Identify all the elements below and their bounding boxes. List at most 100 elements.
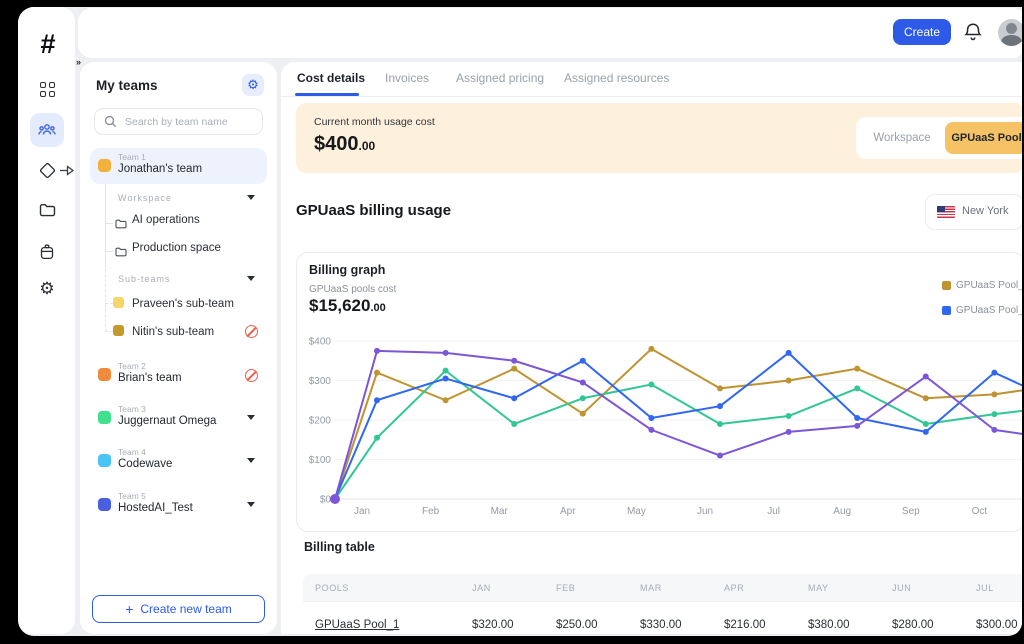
team-expand-chevron[interactable] bbox=[247, 415, 255, 420]
team-row-jonathans-team[interactable]: Team 1 Jonathan's team bbox=[90, 148, 267, 184]
series-line bbox=[335, 353, 1022, 499]
pools-cost-total: $15,620.00 bbox=[309, 296, 386, 316]
usage-cost-banner: Current month usage cost $400.00 Workspa… bbox=[296, 103, 1022, 173]
data-point bbox=[854, 385, 860, 391]
workspace-item-production-space[interactable]: Production space bbox=[132, 242, 221, 254]
team-label: Team 3 bbox=[118, 404, 146, 414]
amount-dollars: $400 bbox=[314, 133, 359, 155]
series-line bbox=[335, 349, 1022, 499]
tabs-row: Cost details Invoices Assigned pricing A… bbox=[281, 62, 1022, 97]
x-tick-label: Jun bbox=[697, 506, 713, 517]
data-point bbox=[717, 403, 723, 409]
tree-connector-dashed bbox=[105, 264, 106, 332]
billing-graph-card: Billing graph GPUaaS pools cost $15,620.… bbox=[296, 252, 1022, 532]
y-tick-label: $400 bbox=[309, 337, 332, 348]
toggle-gpuaas-pool[interactable]: GPUaaS Pool bbox=[945, 122, 1022, 154]
create-button[interactable]: Create bbox=[893, 19, 951, 45]
data-point bbox=[374, 435, 380, 441]
region-selector[interactable]: New York bbox=[925, 194, 1022, 230]
team-row-codewave[interactable]: Team 4 Codewave bbox=[90, 443, 267, 479]
data-point bbox=[923, 421, 929, 427]
create-new-team-label: Create new team bbox=[140, 602, 231, 616]
subteam-praveen[interactable]: Praveen's sub-team bbox=[132, 298, 234, 310]
data-point bbox=[786, 378, 792, 384]
team-row-juggernaut-omega[interactable]: Team 3 Juggernaut Omega bbox=[90, 400, 267, 436]
usage-cost-amount: $400.00 bbox=[314, 133, 375, 156]
subteam-nitin[interactable]: Nitin's sub-team bbox=[132, 326, 214, 338]
legend-item-pool-1[interactable]: GPUaaS Pool_1 bbox=[942, 280, 1022, 291]
legend-label: GPUaaS Pool_2 bbox=[956, 305, 1022, 316]
tab-assigned-pricing[interactable]: Assigned pricing bbox=[456, 71, 544, 85]
workspace-item-ai-operations[interactable]: AI operations bbox=[132, 214, 200, 226]
blocked-icon bbox=[245, 325, 258, 338]
storage-icon[interactable] bbox=[30, 235, 64, 269]
panel-collapse-arrow-icon[interactable] bbox=[59, 163, 75, 181]
notifications-bell-icon[interactable] bbox=[962, 21, 986, 45]
app-window: # bbox=[18, 7, 1022, 636]
data-point bbox=[443, 397, 449, 403]
table-header-cell: MAY bbox=[804, 583, 888, 593]
series-line bbox=[335, 351, 1022, 499]
billing-graph-title: Billing graph bbox=[309, 263, 385, 277]
tree-elbow bbox=[105, 251, 113, 252]
billing-table: POOLSJANFEBMARAPRMAYJUNJUL GPUaaS Pool_1… bbox=[303, 574, 1022, 634]
my-teams-panel: My teams ⚙ Team 1 Jonathan's team Worksp… bbox=[80, 62, 277, 634]
apps-grid-icon[interactable] bbox=[30, 72, 64, 106]
data-point bbox=[580, 395, 586, 401]
team-row-hostedai-test[interactable]: Team 5 HostedAI_Test bbox=[90, 487, 267, 523]
data-point bbox=[443, 368, 449, 374]
amount-cents: .00 bbox=[359, 139, 376, 153]
teams-settings-gear-button[interactable]: ⚙ bbox=[242, 74, 264, 96]
tab-invoices[interactable]: Invoices bbox=[385, 71, 429, 85]
team-label: Team 2 bbox=[118, 361, 146, 371]
data-point bbox=[580, 411, 586, 417]
panel-resize-chevrons-icon[interactable]: » bbox=[76, 57, 81, 67]
toggle-workspace[interactable]: Workspace bbox=[856, 117, 948, 159]
blocked-icon bbox=[245, 369, 258, 382]
data-point bbox=[717, 385, 723, 391]
team-avatar bbox=[98, 159, 111, 172]
billing-table-header: POOLSJANFEBMARAPRMAYJUNJUL bbox=[303, 574, 1022, 601]
table-header-cell: JUL bbox=[972, 583, 1022, 593]
legend-item-pool-2[interactable]: GPUaaS Pool_2 bbox=[942, 305, 1022, 316]
tab-assigned-resources[interactable]: Assigned resources bbox=[564, 71, 669, 85]
settings-gear-icon[interactable]: ⚙ bbox=[30, 272, 64, 306]
user-avatar[interactable] bbox=[998, 19, 1022, 46]
legend-swatch bbox=[942, 306, 951, 315]
billing-table-row: GPUaaS Pool_1$320.00$250.00$330.00$216.0… bbox=[303, 601, 1022, 634]
data-point bbox=[923, 374, 929, 380]
data-point bbox=[580, 379, 586, 385]
total-dollars: $15,620 bbox=[309, 296, 370, 315]
x-tick-label: Oct bbox=[972, 506, 988, 517]
data-point bbox=[991, 411, 997, 417]
team-expand-chevron[interactable] bbox=[247, 502, 255, 507]
folders-icon[interactable] bbox=[30, 193, 64, 227]
table-value-cell: $250.00 bbox=[552, 619, 636, 631]
team-avatar bbox=[98, 454, 111, 467]
team-avatar bbox=[98, 368, 111, 381]
apps-grid-glyph bbox=[40, 82, 55, 97]
tree-elbow bbox=[105, 223, 113, 224]
data-point bbox=[648, 346, 654, 352]
chart-start-dot bbox=[330, 494, 340, 504]
workspace-collapse-chevron[interactable] bbox=[247, 195, 255, 200]
x-tick-label: Jul bbox=[767, 506, 780, 517]
team-row-brians-team[interactable]: Team 2 Brian's team bbox=[90, 357, 267, 393]
table-header-cell: POOLS bbox=[303, 583, 468, 593]
subteams-section-label: Sub-teams bbox=[118, 274, 171, 284]
gear-glyph: ⚙ bbox=[39, 279, 54, 299]
pool-link[interactable]: GPUaaS Pool_1 bbox=[303, 619, 468, 631]
create-new-team-button[interactable]: + Create new team bbox=[92, 595, 265, 623]
data-point bbox=[786, 350, 792, 356]
data-point bbox=[923, 429, 929, 435]
workspace-section-label: Workspace bbox=[118, 193, 172, 203]
pools-cost-label: GPUaaS pools cost bbox=[309, 284, 396, 295]
team-expand-chevron[interactable] bbox=[247, 458, 255, 463]
team-search-input[interactable] bbox=[123, 110, 257, 133]
subteams-collapse-chevron[interactable] bbox=[247, 276, 255, 281]
billing-table-title: Billing table bbox=[304, 540, 375, 554]
scope-toggle: Workspace GPUaaS Pool bbox=[856, 117, 1022, 159]
tab-cost-details[interactable]: Cost details bbox=[297, 71, 365, 85]
teams-icon[interactable] bbox=[30, 113, 64, 147]
table-header-cell: MAR bbox=[636, 583, 720, 593]
